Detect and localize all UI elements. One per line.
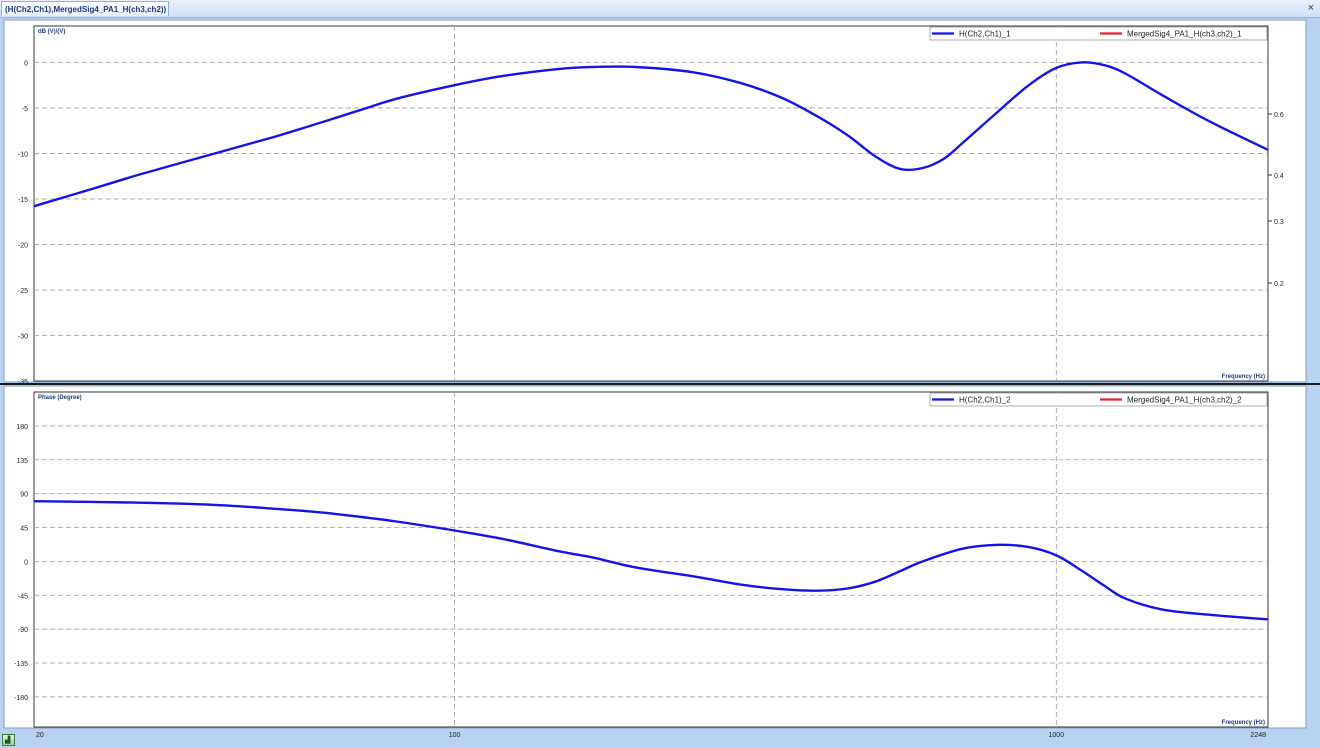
legend-label: H(Ch2,Ch1)_2	[959, 396, 1011, 405]
tab-chart-window[interactable]: (H(Ch2,Ch1),MergedSig4_PA1_H(ch3,ch2))	[1, 1, 169, 16]
tab-bar: (H(Ch2,Ch1),MergedSig4_PA1_H(ch3,ch2)) ×	[0, 0, 1320, 18]
y-tick-label: 135	[16, 458, 28, 465]
close-icon[interactable]: ×	[1308, 2, 1314, 14]
plot-area	[33, 25, 1269, 382]
chart-2: 180 135 90 45 0 -45 -90 -135 -180 20 100 1000 2248 Ph…	[14, 391, 1269, 739]
y-tick-label: 45	[20, 526, 28, 533]
y-tick-label: -90	[18, 627, 28, 634]
y-tick-label: 0	[24, 559, 28, 566]
x-tick-label: 2248	[1250, 732, 1266, 739]
y-tick-label: -180	[14, 695, 28, 702]
y-tick-label: -35	[18, 379, 28, 386]
y-tick-label: 0	[24, 60, 28, 67]
status-chart-icon[interactable]: ▟	[2, 734, 15, 746]
legend-label: MergedSig4_PA1_H(ch3,ch2)_1	[1127, 30, 1242, 39]
x-tick-label: 100	[449, 732, 461, 739]
y-tick-label: -20	[18, 242, 28, 249]
chart-panel: 0 -5 -10 -15 -20 -25 -30 -35 0.6 0.4 0.3 0.2 dB (V)/…	[0, 18, 1320, 748]
right-axis-label: 0.6	[1274, 112, 1284, 119]
y-tick-label: 180	[16, 424, 28, 431]
y-tick-label: -45	[18, 593, 28, 600]
legend-label: H(Ch2,Ch1)_1	[959, 30, 1011, 39]
x-tick-label: 20	[36, 732, 44, 739]
chart-1: 0 -5 -10 -15 -20 -25 -30 -35 0.6 0.4 0.3 0.2 dB (V)/…	[18, 25, 1284, 386]
y-axis-label: dB (V)/(V)	[38, 29, 65, 35]
y-axis-label: Phase (Degree)	[38, 395, 82, 401]
y-tick-label: -30	[18, 333, 28, 340]
right-axis-label: 0.2	[1274, 281, 1284, 288]
x-axis-label: Frequency (Hz)	[1222, 374, 1265, 380]
y-tick-label: -135	[14, 661, 28, 668]
legend-label: MergedSig4_PA1_H(ch3,ch2)_2	[1127, 396, 1242, 405]
y-tick-label: -25	[18, 288, 28, 295]
x-tick-label: 1000	[1049, 732, 1065, 739]
right-axis-label: 0.4	[1274, 173, 1284, 180]
x-axis-label: Frequency (Hz)	[1222, 720, 1265, 726]
y-tick-label: -5	[22, 106, 28, 113]
y-tick-label: -10	[18, 151, 28, 158]
plot-area	[33, 391, 1269, 728]
right-axis-label: 0.3	[1274, 219, 1284, 226]
y-tick-label: 90	[20, 492, 28, 499]
charts-svg: 0 -5 -10 -15 -20 -25 -30 -35 0.6 0.4 0.3 0.2 dB (V)/…	[0, 19, 1320, 739]
y-tick-label: -15	[18, 197, 28, 204]
